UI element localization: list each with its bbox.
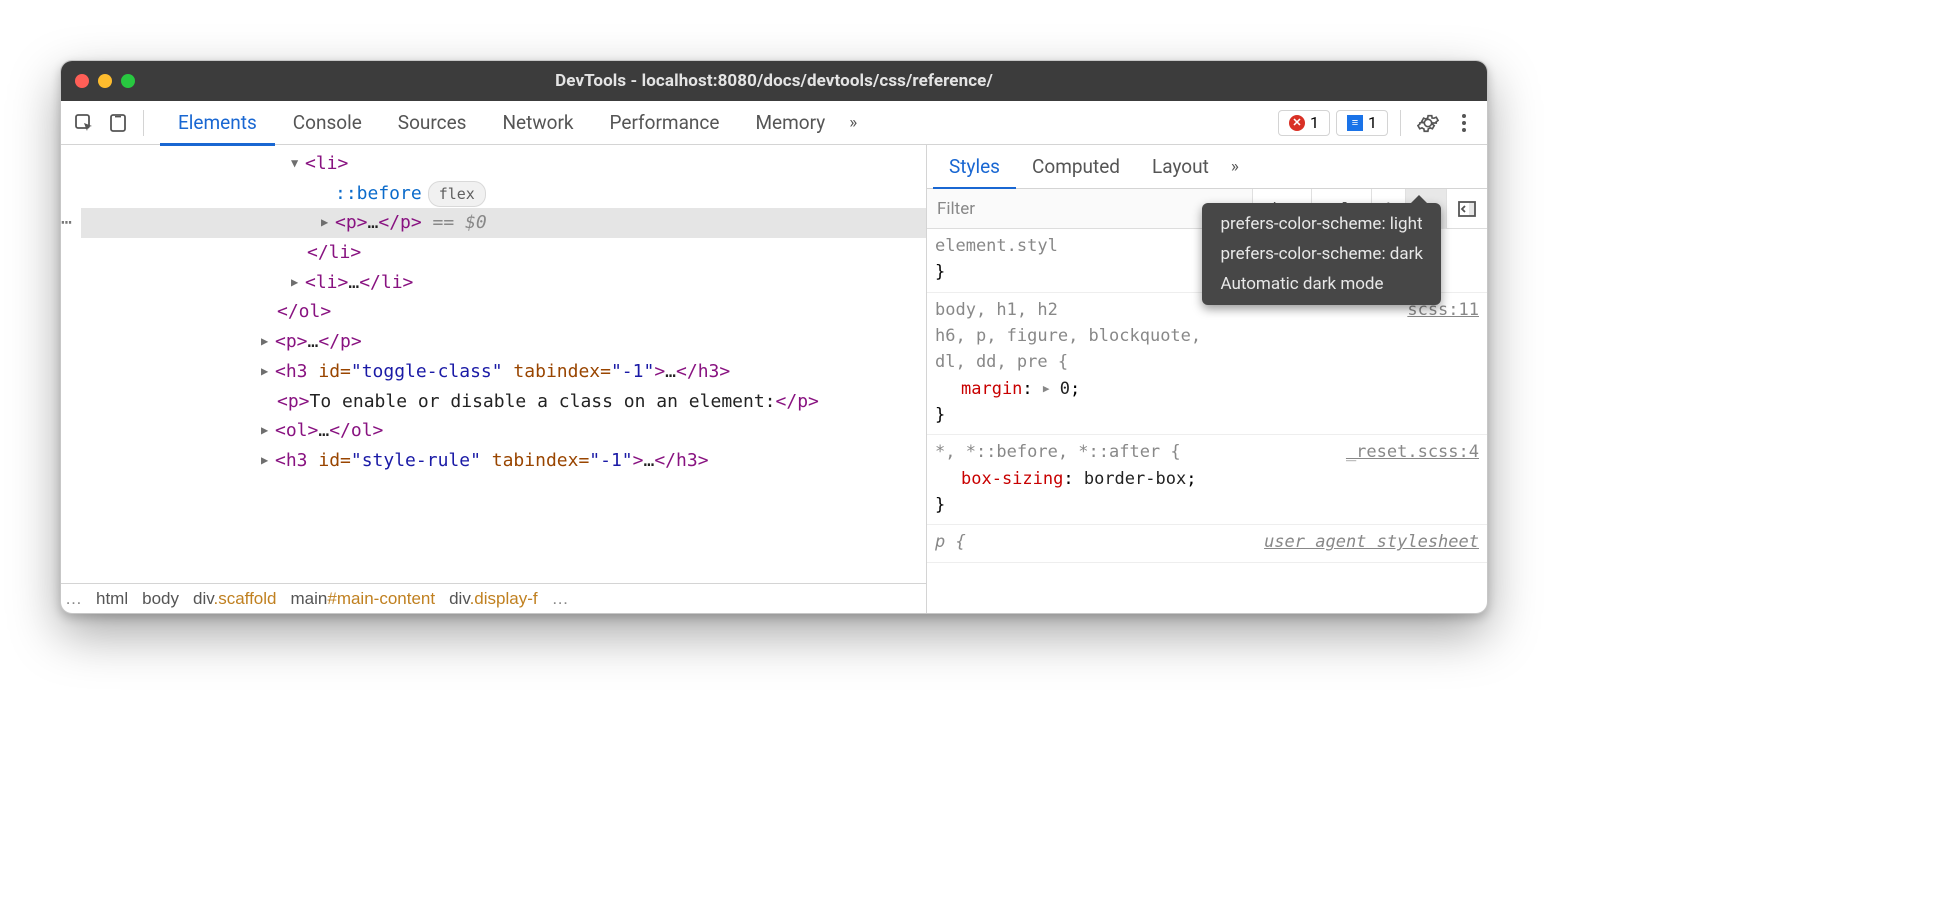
breadcrumb-overflow-left[interactable]: … — [65, 589, 82, 609]
subtabs: Styles Computed Layout » — [927, 145, 1487, 189]
tab-network[interactable]: Network — [484, 101, 591, 145]
breadcrumb[interactable]: … html body div.scaffold main#main-conte… — [61, 583, 926, 613]
device-toolbar-icon[interactable] — [103, 108, 133, 138]
subtab-layout[interactable]: Layout — [1136, 145, 1225, 189]
message-icon: ≡ — [1347, 115, 1363, 131]
inspect-element-icon[interactable] — [69, 108, 99, 138]
dom-line-selected[interactable]: <p>…</p> == $0 — [81, 208, 926, 238]
dom-tree[interactable]: <li> ::beforeflex <p>…</p> == $0 </li> <… — [61, 145, 926, 583]
tab-console[interactable]: Console — [275, 101, 380, 145]
breadcrumb-item[interactable]: body — [142, 589, 179, 609]
rule-source-link[interactable]: _reset.scss:4 — [1346, 439, 1479, 465]
breadcrumb-item[interactable]: main#main-content — [291, 589, 436, 609]
toolbar-right: ✕ 1 ≡ 1 — [1278, 108, 1479, 138]
breadcrumb-overflow-right[interactable]: … — [552, 589, 569, 609]
devtools-window: DevTools - localhost:8080/docs/devtools/… — [60, 60, 1488, 614]
flex-badge[interactable]: flex — [428, 181, 486, 208]
rule-user-agent[interactable]: user agent stylesheet p { — [927, 525, 1487, 562]
subtab-styles[interactable]: Styles — [933, 146, 1016, 190]
error-badge[interactable]: ✕ 1 — [1278, 110, 1330, 136]
message-badge[interactable]: ≡ 1 — [1336, 110, 1388, 136]
more-tabs-chevron-icon[interactable]: » — [849, 113, 857, 133]
kebab-menu-icon[interactable] — [1449, 108, 1479, 138]
error-icon: ✕ — [1289, 115, 1305, 131]
tab-sources[interactable]: Sources — [380, 101, 485, 145]
dom-line[interactable]: <ol>…</ol> — [61, 416, 926, 446]
computed-sidebar-toggle-icon[interactable] — [1446, 189, 1487, 229]
dom-line[interactable]: </ol> — [61, 297, 926, 327]
menu-item-dark[interactable]: prefers-color-scheme: dark — [1202, 239, 1441, 269]
settings-icon[interactable] — [1413, 108, 1443, 138]
dom-line[interactable]: <h3 id="toggle-class" tabindex="-1">…</h… — [61, 357, 926, 387]
breadcrumb-item[interactable]: html — [96, 589, 128, 609]
tab-elements[interactable]: Elements — [160, 102, 275, 146]
toolbar-divider — [1400, 110, 1401, 136]
rule-source-label: user agent stylesheet — [1264, 529, 1479, 555]
main-toolbar: Elements Console Sources Network Perform… — [61, 101, 1487, 145]
color-scheme-menu: prefers-color-scheme: light prefers-colo… — [1202, 203, 1441, 305]
breadcrumb-item[interactable]: div.scaffold — [193, 589, 277, 609]
rule-reset-margin[interactable]: scss:11 body, h1, h2 h6, p, figure, bloc… — [927, 293, 1487, 436]
toolbar-divider — [143, 110, 144, 136]
tab-memory[interactable]: Memory — [737, 101, 843, 145]
styles-panel: Styles Computed Layout » Filter :hov .cl… — [927, 145, 1487, 613]
rule-box-sizing[interactable]: _reset.scss:4 *, *::before, *::after { b… — [927, 435, 1487, 525]
content-split: <li> ::beforeflex <p>…</p> == $0 </li> <… — [61, 145, 1487, 613]
breadcrumb-item[interactable]: div.display-f — [449, 589, 538, 609]
subtab-computed[interactable]: Computed — [1016, 145, 1136, 189]
dom-line[interactable]: <li>…</li> — [61, 268, 926, 298]
dom-line[interactable]: <p>To enable or disable a class on an el… — [61, 387, 926, 417]
window-titlebar: DevTools - localhost:8080/docs/devtools/… — [61, 61, 1487, 101]
menu-item-auto-dark[interactable]: Automatic dark mode — [1202, 269, 1441, 299]
dom-line[interactable]: <h3 id="style-rule" tabindex="-1">…</h3> — [61, 446, 926, 476]
message-count: 1 — [1368, 113, 1377, 132]
dom-line[interactable]: <p>…</p> — [61, 327, 926, 357]
window-title: DevTools - localhost:8080/docs/devtools/… — [61, 71, 1487, 91]
tab-performance[interactable]: Performance — [592, 101, 738, 145]
error-count: 1 — [1310, 113, 1319, 132]
elements-panel: <li> ::beforeflex <p>…</p> == $0 </li> <… — [61, 145, 927, 613]
dom-line[interactable]: ::beforeflex — [61, 179, 926, 209]
main-tabs: Elements Console Sources Network Perform… — [160, 100, 1274, 146]
more-subtabs-chevron-icon[interactable]: » — [1231, 157, 1239, 177]
dom-line[interactable]: <li> — [61, 149, 926, 179]
dom-line[interactable]: </li> — [61, 238, 926, 268]
menu-item-light[interactable]: prefers-color-scheme: light — [1202, 209, 1441, 239]
